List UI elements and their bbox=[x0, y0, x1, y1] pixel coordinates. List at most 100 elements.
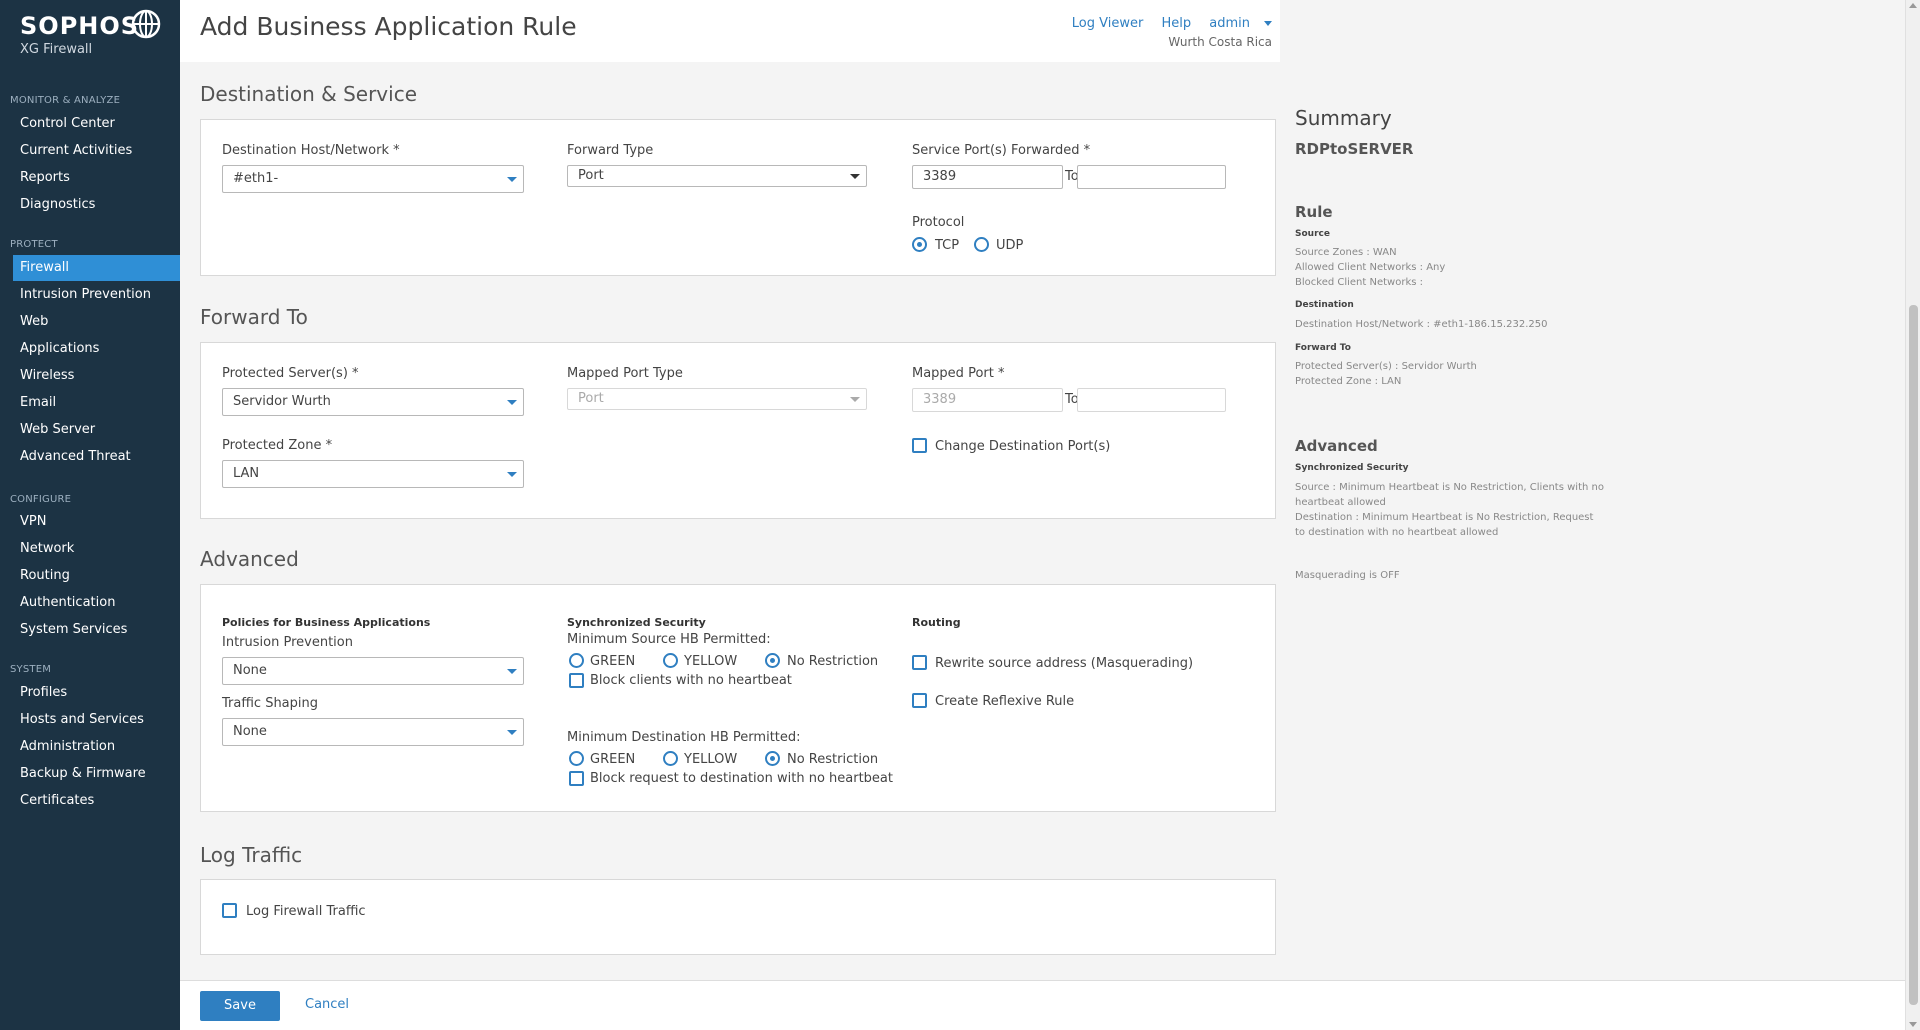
protected-zone-select[interactable]: LAN bbox=[222, 460, 524, 488]
nav-item-routing[interactable]: Routing bbox=[13, 563, 180, 589]
nav-item-profiles[interactable]: Profiles bbox=[13, 680, 180, 706]
source-yellow-radio[interactable] bbox=[663, 653, 678, 668]
block-clients-checkbox[interactable] bbox=[569, 673, 584, 688]
nav-item-control-center[interactable]: Control Center bbox=[13, 111, 180, 137]
forward-type-label: Forward Type bbox=[567, 143, 654, 158]
ips-select[interactable]: None bbox=[222, 657, 524, 685]
log-firewall-checkbox[interactable] bbox=[222, 903, 237, 918]
service-port-input[interactable]: 3389 bbox=[912, 165, 1063, 189]
section-title-destination: Destination & Service bbox=[200, 82, 417, 106]
summary-destination-heading: Destination bbox=[1295, 300, 1354, 310]
scroll-down-icon[interactable] bbox=[1909, 1022, 1917, 1027]
protocol-label: Protocol bbox=[912, 215, 965, 230]
nav-section-protect: PROTECT bbox=[10, 239, 58, 250]
summary-sync-heading: Synchronized Security bbox=[1295, 463, 1409, 473]
mapped-port-to-input bbox=[1077, 388, 1226, 412]
section-title-forward-to: Forward To bbox=[200, 305, 308, 329]
dest-green-radio[interactable] bbox=[569, 751, 584, 766]
dest-no-restriction-radio[interactable] bbox=[765, 751, 780, 766]
ips-label: Intrusion Prevention bbox=[222, 635, 353, 650]
min-dest-hb-label: Minimum Destination HB Permitted: bbox=[567, 730, 801, 745]
sophos-logo[interactable]: SOPHOS XG Firewall bbox=[20, 9, 161, 57]
nav-item-reports[interactable]: Reports bbox=[13, 165, 180, 191]
help-link[interactable]: Help bbox=[1161, 16, 1191, 31]
change-dest-port-checkbox[interactable] bbox=[912, 438, 927, 453]
save-button[interactable]: Save bbox=[200, 991, 280, 1021]
nav-item-current-activities[interactable]: Current Activities bbox=[13, 138, 180, 164]
nav-item-advanced-threat[interactable]: Advanced Threat bbox=[13, 444, 180, 470]
nav-item-vpn[interactable]: VPN bbox=[13, 509, 180, 535]
block-request-checkbox[interactable] bbox=[569, 771, 584, 786]
nav-section-configure: CONFIGURE bbox=[10, 494, 72, 505]
block-clients-label: Block clients with no heartbeat bbox=[590, 673, 792, 688]
dest-host-label: Destination Host/Network * bbox=[222, 143, 400, 158]
nav-item-administration[interactable]: Administration bbox=[13, 734, 180, 760]
protected-server-select[interactable]: Servidor Wurth bbox=[222, 388, 524, 416]
summary-sync-line: heartbeat allowed bbox=[1295, 497, 1386, 508]
cancel-button[interactable]: Cancel bbox=[305, 997, 349, 1012]
source-green-label: GREEN bbox=[590, 654, 636, 669]
chevron-down-icon bbox=[507, 400, 517, 405]
log-viewer-link[interactable]: Log Viewer bbox=[1072, 16, 1144, 31]
sidebar: SOPHOS XG Firewall MONITOR & ANALYZE Con… bbox=[0, 0, 180, 1030]
routing-title: Routing bbox=[912, 616, 961, 629]
chevron-down-icon bbox=[850, 397, 860, 402]
nav-item-system-services[interactable]: System Services bbox=[13, 617, 180, 643]
dest-yellow-label: YELLOW bbox=[684, 752, 738, 767]
protocol-udp-radio[interactable] bbox=[974, 237, 989, 252]
page-title: Add Business Application Rule bbox=[200, 12, 577, 41]
nav-item-applications[interactable]: Applications bbox=[13, 336, 180, 362]
mapped-port-type-value: Port bbox=[578, 391, 604, 406]
page-scrollbar[interactable] bbox=[1905, 0, 1920, 1030]
nav-item-wireless[interactable]: Wireless bbox=[13, 363, 180, 389]
chevron-down-icon bbox=[1264, 21, 1272, 26]
summary-source-heading: Source bbox=[1295, 229, 1330, 239]
user-menu[interactable]: admin bbox=[1209, 16, 1272, 31]
dest-yellow-radio[interactable] bbox=[663, 751, 678, 766]
nav-item-diagnostics[interactable]: Diagnostics bbox=[13, 192, 180, 218]
nav-item-hosts-and-services[interactable]: Hosts and Services bbox=[13, 707, 180, 733]
protected-server-value: Servidor Wurth bbox=[233, 394, 331, 409]
nav-item-intrusion-prevention[interactable]: Intrusion Prevention bbox=[13, 282, 180, 308]
mapped-port-type-select: Port bbox=[567, 388, 867, 410]
globe-icon bbox=[131, 9, 161, 39]
header-links: Log Viewer Help admin bbox=[1058, 16, 1272, 31]
section-title-advanced: Advanced bbox=[200, 547, 299, 571]
nav-item-certificates[interactable]: Certificates bbox=[13, 788, 180, 814]
service-port-to-input[interactable] bbox=[1077, 165, 1226, 189]
nav-item-firewall[interactable]: Firewall bbox=[13, 255, 180, 281]
mapped-port-input: 3389 bbox=[912, 388, 1063, 412]
sync-security-title: Synchronized Security bbox=[567, 616, 706, 629]
dest-green-label: GREEN bbox=[590, 752, 636, 767]
rewrite-source-label: Rewrite source address (Masquerading) bbox=[935, 656, 1194, 671]
protected-zone-label: Protected Zone * bbox=[222, 438, 333, 453]
source-green-radio[interactable] bbox=[569, 653, 584, 668]
nav-item-network[interactable]: Network bbox=[13, 536, 180, 562]
reflexive-rule-label: Create Reflexive Rule bbox=[935, 694, 1075, 709]
traffic-shaping-select[interactable]: None bbox=[222, 718, 524, 746]
reflexive-rule-checkbox[interactable] bbox=[912, 693, 927, 708]
nav-item-authentication[interactable]: Authentication bbox=[13, 590, 180, 616]
protocol-tcp-radio[interactable] bbox=[912, 237, 927, 252]
dest-no-restriction-label: No Restriction bbox=[787, 752, 879, 767]
source-no-restriction-label: No Restriction bbox=[787, 654, 879, 669]
form-footer: Save Cancel bbox=[180, 980, 1905, 1030]
dest-host-value: #eth1- bbox=[233, 171, 279, 186]
nav-item-backup-firmware[interactable]: Backup & Firmware bbox=[13, 761, 180, 787]
summary-advanced-heading: Advanced bbox=[1295, 437, 1378, 455]
dest-host-select[interactable]: #eth1- bbox=[222, 165, 524, 193]
nav-item-web[interactable]: Web bbox=[13, 309, 180, 335]
protocol-tcp-label: TCP bbox=[935, 238, 960, 253]
summary-allowed-clients: Allowed Client Networks : Any bbox=[1295, 262, 1446, 273]
chevron-down-icon bbox=[507, 730, 517, 735]
rewrite-source-checkbox[interactable] bbox=[912, 655, 927, 670]
summary-protected-servers: Protected Server(s) : Servidor Wurth bbox=[1295, 361, 1477, 372]
nav-item-email[interactable]: Email bbox=[13, 390, 180, 416]
nav-item-web-server[interactable]: Web Server bbox=[13, 417, 180, 443]
source-no-restriction-radio[interactable] bbox=[765, 653, 780, 668]
scroll-thumb[interactable] bbox=[1909, 305, 1918, 1005]
forward-type-select[interactable]: Port bbox=[567, 165, 867, 187]
scroll-up-icon[interactable] bbox=[1909, 3, 1917, 8]
summary-sync-line: Source : Minimum Heartbeat is No Restric… bbox=[1295, 482, 1604, 493]
summary-protected-zone: Protected Zone : LAN bbox=[1295, 376, 1402, 387]
